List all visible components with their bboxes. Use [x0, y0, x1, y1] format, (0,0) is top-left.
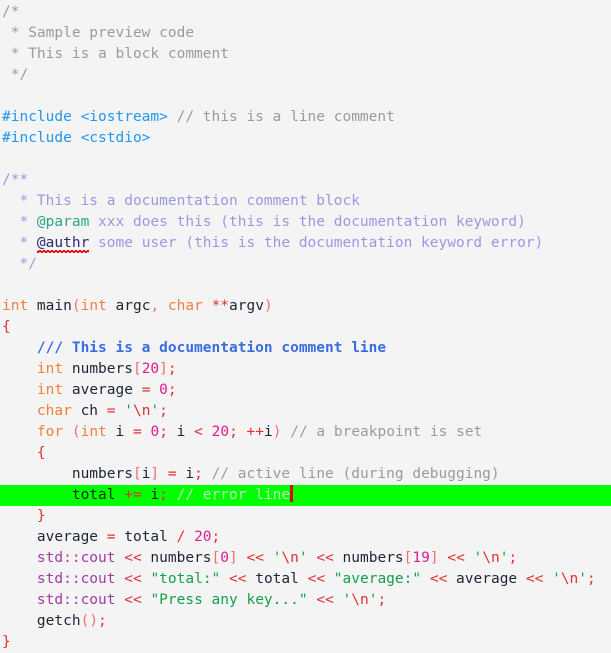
doc-comment-star: * — [2, 214, 37, 230]
code-line[interactable]: } — [0, 632, 611, 653]
escape-token: \n — [351, 592, 369, 608]
doc-comment-star: * — [2, 193, 37, 209]
code-line[interactable]: #include <cstdio> — [0, 128, 611, 149]
code-line[interactable]: * @param xxx does this (this is the docu… — [0, 212, 611, 233]
error-line-comment: // error line — [176, 487, 291, 503]
namespace-std-cout: std::cout — [36, 592, 116, 608]
doc-keyword-error-authr: @authr — [36, 233, 90, 254]
keyword-int: int — [36, 361, 64, 377]
number-token: 20 — [141, 361, 160, 377]
string-literal-token: "average:" — [333, 571, 422, 587]
code-line[interactable]: * This is a documentation comment block — [0, 191, 611, 212]
doc-comment-line-token: /// This is a documentation comment line — [36, 340, 387, 356]
active-line-comment: // active line (during debugging) — [211, 466, 500, 482]
text-caret — [290, 485, 294, 502]
code-line[interactable]: /// This is a documentation comment line — [0, 338, 611, 359]
line-comment-token: // this is a line comment — [176, 109, 395, 125]
escape-token: \n — [482, 550, 500, 566]
code-line[interactable]: int main(int argc, char **argv) — [0, 296, 611, 317]
escape-token: \n — [281, 550, 299, 566]
code-line-blank[interactable] — [0, 86, 611, 107]
keyword-int: int — [2, 298, 29, 314]
doc-comment-token: xxx does this (this is the documentation… — [89, 214, 526, 230]
preprocessor-token: #include <iostream> — [2, 109, 168, 125]
number-token: 0 — [150, 424, 160, 440]
doc-comment-token: some user (this is the documentation key… — [89, 235, 544, 251]
escape-token: \n — [132, 403, 151, 419]
code-line[interactable]: */ — [0, 254, 611, 275]
keyword-char: char — [167, 298, 203, 314]
code-line-blank[interactable] — [0, 275, 611, 296]
brace-token: } — [2, 634, 11, 650]
brace-token: } — [36, 508, 46, 524]
code-line[interactable]: */ — [0, 65, 611, 86]
code-line[interactable]: getch(); — [0, 611, 611, 632]
code-line[interactable]: int numbers[20]; — [0, 359, 611, 380]
code-line[interactable]: average = total / 20; — [0, 527, 611, 548]
code-line[interactable]: std::cout << "Press any key..." << '\n'; — [0, 590, 611, 611]
code-line[interactable]: { — [0, 317, 611, 338]
code-line[interactable]: * Sample preview code — [0, 23, 611, 44]
namespace-std-cout: std::cout — [36, 550, 116, 566]
doc-comment-star: * — [2, 235, 37, 251]
keyword-for: for — [36, 424, 64, 440]
char-literal-token: ' — [124, 403, 133, 419]
code-line[interactable]: numbers[i] = i; // active line (during d… — [0, 464, 611, 485]
escape-token: \n — [560, 571, 579, 587]
number-token: 20 — [211, 424, 230, 440]
brace-token: { — [2, 319, 11, 335]
block-comment-token: * This is a block comment — [2, 46, 229, 62]
brace-token: { — [36, 445, 46, 461]
number-token: 0 — [159, 382, 168, 398]
keyword-char: char — [36, 403, 72, 419]
code-line[interactable]: /* — [0, 2, 611, 23]
code-line[interactable]: * @authr some user (this is the document… — [0, 233, 611, 254]
line-comment-token: // a breakpoint is set — [290, 424, 483, 440]
block-comment-token: */ — [2, 67, 29, 83]
keyword-int: int — [80, 424, 107, 440]
highlighted-code-line[interactable]: total += i; // error line — [0, 485, 611, 506]
code-line[interactable]: { — [0, 443, 611, 464]
code-line[interactable]: int average = 0; — [0, 380, 611, 401]
doc-comment-token: */ — [2, 256, 37, 272]
doc-comment-token: /** — [2, 172, 29, 188]
block-comment-token: /* — [2, 4, 20, 20]
code-line[interactable]: } — [0, 506, 611, 527]
code-editor-preview[interactable]: /* * Sample preview code * This is a blo… — [0, 0, 611, 650]
doc-comment-token: This is a documentation comment block — [36, 193, 360, 209]
code-line[interactable]: char ch = '\n'; — [0, 401, 611, 422]
keyword-int: int — [80, 298, 107, 314]
preprocessor-token: #include <cstdio> — [2, 130, 151, 146]
number-token: 20 — [194, 529, 212, 545]
code-line[interactable]: #include <iostream> // this is a line co… — [0, 107, 611, 128]
block-comment-token: * Sample preview code — [2, 25, 195, 41]
keyword-int: int — [36, 382, 64, 398]
string-literal-token: "Press any key..." — [150, 592, 308, 608]
code-line[interactable]: for (int i = 0; i < 20; ++i) // a breakp… — [0, 422, 611, 443]
code-line[interactable]: /** — [0, 170, 611, 191]
code-line[interactable]: * This is a block comment — [0, 44, 611, 65]
doc-keyword-param: @param — [36, 214, 90, 230]
code-line[interactable]: std::cout << "total:" << total << "avera… — [0, 569, 611, 590]
number-token: 19 — [412, 550, 430, 566]
code-line[interactable]: std::cout << numbers[0] << '\n' << numbe… — [0, 548, 611, 569]
code-line-blank[interactable] — [0, 149, 611, 170]
string-literal-token: "total:" — [150, 571, 221, 587]
number-token: 0 — [220, 550, 230, 566]
namespace-std-cout: std::cout — [36, 571, 116, 587]
